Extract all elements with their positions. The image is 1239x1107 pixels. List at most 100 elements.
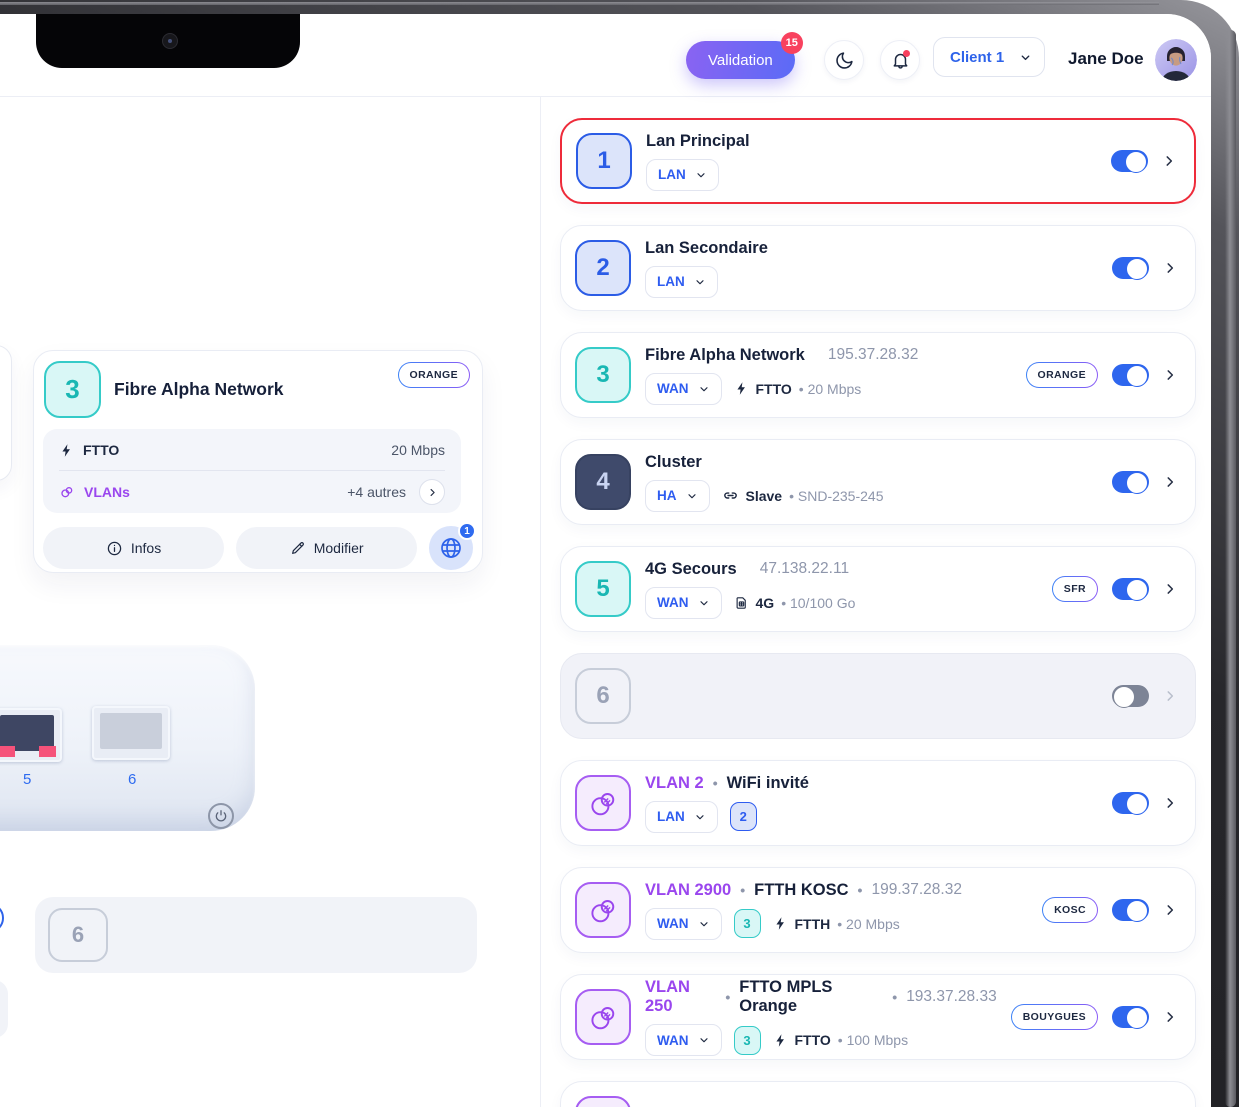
ethernet-port-6 bbox=[92, 706, 170, 760]
network-row[interactable]: 3 Fibre Alpha Network 195.37.28.32 WAN FTTO •… bbox=[560, 332, 1196, 418]
vlan-port-tag: 3 bbox=[733, 909, 761, 938]
chevron-right-icon[interactable] bbox=[1163, 261, 1177, 275]
mode-select-value: LAN bbox=[658, 167, 686, 182]
ip-address: 193.37.28.33 bbox=[906, 988, 997, 1005]
mode-select[interactable]: WAN bbox=[645, 907, 722, 940]
operator-badge: ORANGE bbox=[398, 362, 471, 388]
pencil-icon bbox=[290, 540, 306, 556]
vlan-badge bbox=[575, 989, 631, 1045]
mode-select[interactable]: HA bbox=[645, 479, 710, 512]
port-number-badge: 4 bbox=[575, 454, 631, 510]
port-number-badge: 3 bbox=[575, 347, 631, 403]
chevron-right-icon[interactable] bbox=[1163, 582, 1177, 596]
mode-select-value: WAN bbox=[657, 916, 689, 931]
row-controls: LAN bbox=[646, 158, 1097, 191]
connection-meta: Slave • SND-235-245 bbox=[722, 487, 883, 504]
network-row[interactable]: VLAN 250 • FTTO MPLS Orange • 193.37.28.33 WA… bbox=[560, 974, 1196, 1060]
globe-icon bbox=[439, 536, 463, 560]
network-row[interactable]: 2 Lan Secondaire LAN bbox=[560, 225, 1196, 311]
mode-select-value: LAN bbox=[657, 809, 685, 824]
enable-toggle[interactable] bbox=[1112, 1006, 1149, 1029]
ethernet-port-5 bbox=[0, 708, 62, 762]
row-controls: WAN 3 FTTH • 20 Mbps bbox=[645, 907, 1028, 940]
row-controls: WAN FTTO • 20 Mbps bbox=[645, 372, 1012, 405]
vlan-port-tag: 2 bbox=[729, 802, 757, 831]
row-title-line: Lan Secondaire bbox=[645, 239, 1098, 258]
chevron-down-icon bbox=[698, 597, 710, 609]
row-title-line: VLAN 2 • WiFi invité bbox=[645, 774, 1098, 793]
row-right-controls bbox=[1111, 150, 1176, 173]
modifier-label: Modifier bbox=[313, 540, 364, 556]
chevron-down-icon bbox=[698, 1034, 710, 1046]
avatar[interactable] bbox=[1155, 39, 1197, 81]
chain-icon bbox=[59, 484, 75, 500]
network-row[interactable]: 4 Cluster HA Slave • SND-235-245 bbox=[560, 439, 1196, 525]
chevron-right-icon[interactable] bbox=[1162, 154, 1176, 168]
chevron-right-icon[interactable] bbox=[1163, 368, 1177, 382]
enable-toggle[interactable] bbox=[1112, 471, 1149, 494]
enable-toggle[interactable] bbox=[1112, 364, 1149, 387]
bolt-icon bbox=[734, 381, 749, 396]
chevron-right-icon[interactable] bbox=[1163, 903, 1177, 917]
port-number-badge: 3 bbox=[44, 361, 101, 418]
dark-mode-button[interactable] bbox=[824, 40, 864, 80]
port-number-badge: 1 bbox=[576, 133, 632, 189]
enable-toggle[interactable] bbox=[1111, 150, 1148, 173]
internet-button[interactable]: 1 bbox=[429, 522, 477, 570]
mode-select[interactable]: WAN bbox=[645, 586, 722, 619]
validation-button[interactable]: Validation 15 bbox=[686, 32, 803, 79]
client-select[interactable]: Client 1 bbox=[933, 37, 1045, 77]
modifier-button[interactable]: Modifier bbox=[236, 527, 418, 569]
network-row[interactable]: 1 Lan Principal LAN bbox=[560, 118, 1196, 204]
row-title: 4G Secours bbox=[645, 559, 737, 578]
mode-select[interactable]: WAN bbox=[645, 372, 722, 405]
connection-meta: FTTO • 100 Mbps bbox=[773, 1032, 908, 1048]
bolt-icon bbox=[59, 443, 74, 458]
power-icon bbox=[208, 803, 234, 829]
dot-separator: • bbox=[892, 989, 898, 1005]
ip-address: 195.37.28.32 bbox=[827, 346, 919, 363]
infos-label: Infos bbox=[130, 540, 162, 556]
infos-button[interactable]: Infos bbox=[43, 527, 225, 569]
row-title: Fibre Alpha Network bbox=[645, 345, 805, 364]
chevron-right-icon[interactable] bbox=[1163, 689, 1177, 703]
connection-meta: FTTH • 20 Mbps bbox=[773, 916, 900, 932]
enable-toggle[interactable] bbox=[1112, 899, 1149, 922]
user-name: Jane Doe bbox=[1068, 49, 1144, 68]
notifications-button[interactable] bbox=[880, 40, 920, 80]
chevron-right-icon[interactable] bbox=[1163, 475, 1177, 489]
client-select-value: Client 1 bbox=[950, 48, 1005, 66]
chevron-right-icon[interactable] bbox=[1163, 1010, 1177, 1024]
network-row[interactable]: VLAN 203•ADSL SFR•193.37.28.34 bbox=[560, 1081, 1196, 1107]
network-row[interactable]: VLAN 2 • WiFi invité LAN 2 bbox=[560, 760, 1196, 846]
operator-badge: ORANGE bbox=[1026, 362, 1099, 388]
mode-select[interactable]: LAN bbox=[645, 800, 718, 833]
mode-select[interactable]: LAN bbox=[645, 265, 718, 298]
row-right-controls bbox=[1112, 257, 1177, 280]
ip-address: 47.138.22.11 bbox=[759, 560, 850, 577]
enable-toggle[interactable] bbox=[1112, 257, 1149, 280]
row-title-line: 4G Secours 47.138.22.11 bbox=[645, 560, 1038, 579]
partial-card-edge-bottom bbox=[0, 980, 8, 1038]
enable-toggle[interactable] bbox=[1112, 685, 1149, 708]
row-controls: LAN bbox=[645, 265, 1098, 298]
chevron-right-icon[interactable] bbox=[1163, 796, 1177, 810]
enable-toggle[interactable] bbox=[1112, 578, 1149, 601]
validation-count-badge: 15 bbox=[780, 32, 803, 54]
network-row[interactable]: 6 bbox=[560, 653, 1196, 739]
vlan-id: VLAN 250 bbox=[645, 978, 690, 1015]
vlans-row: VLANs +4 autres bbox=[43, 471, 461, 513]
network-row[interactable]: VLAN 2900 • FTTH KOSC • 199.37.28.32 WAN 3 FTTH… bbox=[560, 867, 1196, 953]
mode-select[interactable]: WAN bbox=[645, 1024, 722, 1056]
screen: Validation 15 Client 1 Jane Doe 3 Fibre … bbox=[0, 14, 1211, 1107]
mode-select[interactable]: LAN bbox=[646, 158, 719, 191]
network-row[interactable]: 5 4G Secours 47.138.22.11 WAN 4G • 10/100 Go S… bbox=[560, 546, 1196, 632]
enable-toggle[interactable] bbox=[1112, 792, 1149, 815]
connection-detail: • 20 Mbps bbox=[837, 915, 900, 932]
chevron-down-icon bbox=[695, 169, 707, 181]
connection-type: FTTO bbox=[794, 1032, 831, 1048]
vlans-expand-button[interactable] bbox=[419, 479, 445, 505]
network-list: 1 Lan Principal LAN 2 Lan Secondaire LAN 3 Fibr… bbox=[560, 118, 1196, 1107]
network-info-box: FTTO 20 Mbps VLANs +4 autres bbox=[43, 429, 461, 513]
bolt-icon bbox=[773, 1033, 788, 1048]
